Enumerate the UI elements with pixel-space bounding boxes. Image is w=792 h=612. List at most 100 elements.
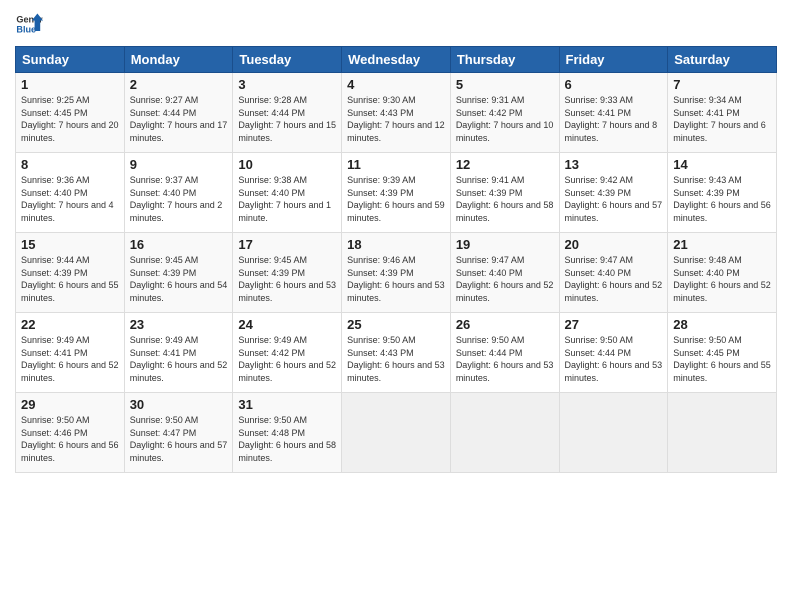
day-info: Sunrise: 9:50 AMSunset: 4:46 PMDaylight:…	[21, 415, 119, 463]
day-cell: 14 Sunrise: 9:43 AMSunset: 4:39 PMDaylig…	[668, 153, 777, 233]
header-day-saturday: Saturday	[668, 47, 777, 73]
day-cell: 18 Sunrise: 9:46 AMSunset: 4:39 PMDaylig…	[342, 233, 451, 313]
day-info: Sunrise: 9:47 AMSunset: 4:40 PMDaylight:…	[565, 255, 663, 303]
day-info: Sunrise: 9:33 AMSunset: 4:41 PMDaylight:…	[565, 95, 658, 143]
day-cell	[559, 393, 668, 473]
day-number: 3	[238, 77, 336, 92]
day-cell: 11 Sunrise: 9:39 AMSunset: 4:39 PMDaylig…	[342, 153, 451, 233]
day-number: 5	[456, 77, 554, 92]
day-info: Sunrise: 9:45 AMSunset: 4:39 PMDaylight:…	[238, 255, 336, 303]
day-info: Sunrise: 9:50 AMSunset: 4:43 PMDaylight:…	[347, 335, 445, 383]
header-day-monday: Monday	[124, 47, 233, 73]
day-number: 6	[565, 77, 663, 92]
day-number: 21	[673, 237, 771, 252]
week-row-5: 29 Sunrise: 9:50 AMSunset: 4:46 PMDaylig…	[16, 393, 777, 473]
day-number: 4	[347, 77, 445, 92]
week-row-4: 22 Sunrise: 9:49 AMSunset: 4:41 PMDaylig…	[16, 313, 777, 393]
day-cell: 24 Sunrise: 9:49 AMSunset: 4:42 PMDaylig…	[233, 313, 342, 393]
day-cell: 29 Sunrise: 9:50 AMSunset: 4:46 PMDaylig…	[16, 393, 125, 473]
day-number: 9	[130, 157, 228, 172]
day-info: Sunrise: 9:47 AMSunset: 4:40 PMDaylight:…	[456, 255, 554, 303]
day-cell: 28 Sunrise: 9:50 AMSunset: 4:45 PMDaylig…	[668, 313, 777, 393]
week-row-2: 8 Sunrise: 9:36 AMSunset: 4:40 PMDayligh…	[16, 153, 777, 233]
day-cell: 17 Sunrise: 9:45 AMSunset: 4:39 PMDaylig…	[233, 233, 342, 313]
day-cell: 4 Sunrise: 9:30 AMSunset: 4:43 PMDayligh…	[342, 73, 451, 153]
day-info: Sunrise: 9:42 AMSunset: 4:39 PMDaylight:…	[565, 175, 663, 223]
day-cell	[450, 393, 559, 473]
day-cell: 3 Sunrise: 9:28 AMSunset: 4:44 PMDayligh…	[233, 73, 342, 153]
day-number: 30	[130, 397, 228, 412]
logo: General Blue	[15, 10, 43, 38]
day-cell: 26 Sunrise: 9:50 AMSunset: 4:44 PMDaylig…	[450, 313, 559, 393]
day-number: 25	[347, 317, 445, 332]
day-number: 31	[238, 397, 336, 412]
header-row: SundayMondayTuesdayWednesdayThursdayFrid…	[16, 47, 777, 73]
day-cell: 21 Sunrise: 9:48 AMSunset: 4:40 PMDaylig…	[668, 233, 777, 313]
day-cell: 27 Sunrise: 9:50 AMSunset: 4:44 PMDaylig…	[559, 313, 668, 393]
day-cell: 31 Sunrise: 9:50 AMSunset: 4:48 PMDaylig…	[233, 393, 342, 473]
day-info: Sunrise: 9:49 AMSunset: 4:41 PMDaylight:…	[130, 335, 228, 383]
header-day-friday: Friday	[559, 47, 668, 73]
day-cell	[668, 393, 777, 473]
day-number: 13	[565, 157, 663, 172]
day-cell: 19 Sunrise: 9:47 AMSunset: 4:40 PMDaylig…	[450, 233, 559, 313]
day-number: 12	[456, 157, 554, 172]
day-number: 27	[565, 317, 663, 332]
week-row-1: 1 Sunrise: 9:25 AMSunset: 4:45 PMDayligh…	[16, 73, 777, 153]
day-info: Sunrise: 9:50 AMSunset: 4:44 PMDaylight:…	[565, 335, 663, 383]
day-info: Sunrise: 9:48 AMSunset: 4:40 PMDaylight:…	[673, 255, 771, 303]
day-cell: 20 Sunrise: 9:47 AMSunset: 4:40 PMDaylig…	[559, 233, 668, 313]
day-cell: 15 Sunrise: 9:44 AMSunset: 4:39 PMDaylig…	[16, 233, 125, 313]
day-cell: 6 Sunrise: 9:33 AMSunset: 4:41 PMDayligh…	[559, 73, 668, 153]
day-number: 8	[21, 157, 119, 172]
day-cell: 30 Sunrise: 9:50 AMSunset: 4:47 PMDaylig…	[124, 393, 233, 473]
day-info: Sunrise: 9:34 AMSunset: 4:41 PMDaylight:…	[673, 95, 766, 143]
day-cell: 10 Sunrise: 9:38 AMSunset: 4:40 PMDaylig…	[233, 153, 342, 233]
header-day-thursday: Thursday	[450, 47, 559, 73]
header-day-wednesday: Wednesday	[342, 47, 451, 73]
header-day-tuesday: Tuesday	[233, 47, 342, 73]
day-info: Sunrise: 9:49 AMSunset: 4:42 PMDaylight:…	[238, 335, 336, 383]
day-number: 18	[347, 237, 445, 252]
week-row-3: 15 Sunrise: 9:44 AMSunset: 4:39 PMDaylig…	[16, 233, 777, 313]
day-number: 10	[238, 157, 336, 172]
day-info: Sunrise: 9:46 AMSunset: 4:39 PMDaylight:…	[347, 255, 445, 303]
day-info: Sunrise: 9:25 AMSunset: 4:45 PMDaylight:…	[21, 95, 119, 143]
day-number: 15	[21, 237, 119, 252]
day-number: 19	[456, 237, 554, 252]
svg-text:Blue: Blue	[16, 24, 36, 34]
day-number: 16	[130, 237, 228, 252]
day-number: 1	[21, 77, 119, 92]
header-day-sunday: Sunday	[16, 47, 125, 73]
day-info: Sunrise: 9:49 AMSunset: 4:41 PMDaylight:…	[21, 335, 119, 383]
calendar-table: SundayMondayTuesdayWednesdayThursdayFrid…	[15, 46, 777, 473]
day-cell	[342, 393, 451, 473]
day-info: Sunrise: 9:43 AMSunset: 4:39 PMDaylight:…	[673, 175, 771, 223]
day-cell: 23 Sunrise: 9:49 AMSunset: 4:41 PMDaylig…	[124, 313, 233, 393]
day-info: Sunrise: 9:37 AMSunset: 4:40 PMDaylight:…	[130, 175, 223, 223]
day-info: Sunrise: 9:50 AMSunset: 4:47 PMDaylight:…	[130, 415, 228, 463]
day-cell: 12 Sunrise: 9:41 AMSunset: 4:39 PMDaylig…	[450, 153, 559, 233]
day-cell: 13 Sunrise: 9:42 AMSunset: 4:39 PMDaylig…	[559, 153, 668, 233]
day-number: 7	[673, 77, 771, 92]
day-info: Sunrise: 9:44 AMSunset: 4:39 PMDaylight:…	[21, 255, 119, 303]
day-cell: 2 Sunrise: 9:27 AMSunset: 4:44 PMDayligh…	[124, 73, 233, 153]
day-cell: 7 Sunrise: 9:34 AMSunset: 4:41 PMDayligh…	[668, 73, 777, 153]
day-info: Sunrise: 9:41 AMSunset: 4:39 PMDaylight:…	[456, 175, 554, 223]
day-cell: 22 Sunrise: 9:49 AMSunset: 4:41 PMDaylig…	[16, 313, 125, 393]
day-number: 14	[673, 157, 771, 172]
day-number: 28	[673, 317, 771, 332]
day-number: 29	[21, 397, 119, 412]
day-number: 17	[238, 237, 336, 252]
day-cell: 9 Sunrise: 9:37 AMSunset: 4:40 PMDayligh…	[124, 153, 233, 233]
day-number: 23	[130, 317, 228, 332]
day-info: Sunrise: 9:39 AMSunset: 4:39 PMDaylight:…	[347, 175, 445, 223]
day-info: Sunrise: 9:36 AMSunset: 4:40 PMDaylight:…	[21, 175, 114, 223]
day-cell: 1 Sunrise: 9:25 AMSunset: 4:45 PMDayligh…	[16, 73, 125, 153]
day-info: Sunrise: 9:27 AMSunset: 4:44 PMDaylight:…	[130, 95, 228, 143]
day-number: 20	[565, 237, 663, 252]
page: General Blue SundayMondayTuesdayWednesda…	[0, 0, 792, 612]
day-info: Sunrise: 9:31 AMSunset: 4:42 PMDaylight:…	[456, 95, 554, 143]
day-info: Sunrise: 9:45 AMSunset: 4:39 PMDaylight:…	[130, 255, 228, 303]
day-info: Sunrise: 9:50 AMSunset: 4:48 PMDaylight:…	[238, 415, 336, 463]
